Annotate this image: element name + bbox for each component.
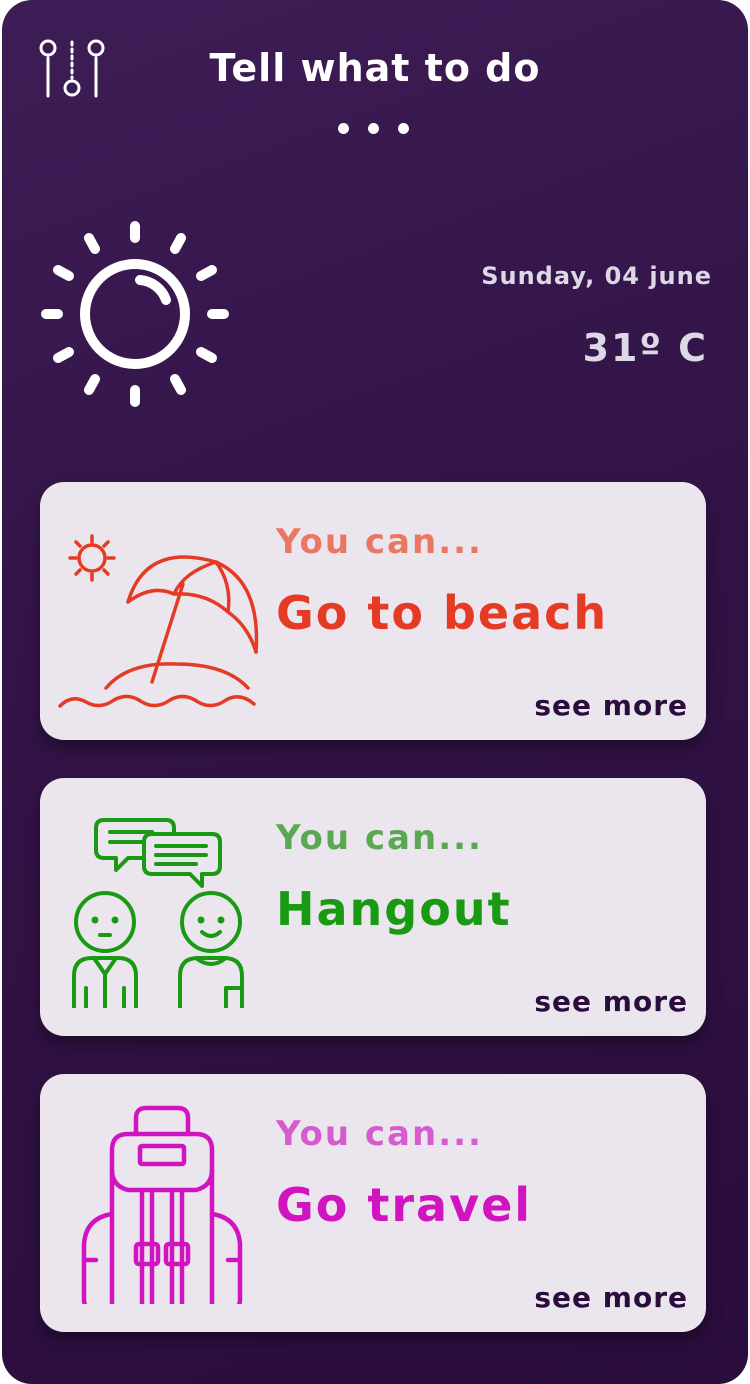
card-lead-text: You can... (276, 818, 483, 858)
card-activity-title: Hangout (276, 882, 512, 936)
suggestion-card-travel[interactable]: You can... Go travel see more (40, 1074, 706, 1332)
dot (368, 123, 379, 134)
see-more-link[interactable]: see more (534, 1281, 688, 1314)
people-chatting-icon (72, 818, 244, 1008)
card-lead-text: You can... (276, 522, 483, 562)
card-activity-title: Go to beach (276, 586, 609, 640)
page-title: Tell what to do (209, 46, 541, 90)
backpack-icon (81, 1105, 243, 1304)
card-activity-title: Go travel (276, 1178, 533, 1232)
suggestion-card-beach[interactable]: You can... Go to beach see more (40, 482, 706, 740)
sun-icon (41, 221, 229, 407)
suggestion-card-hangout[interactable]: You can... Hangout see more (40, 778, 706, 1036)
weather-temperature: 31º C (582, 326, 708, 370)
see-more-link[interactable]: see more (534, 985, 688, 1018)
dot (338, 123, 349, 134)
weather-date: Sunday, 04 june (481, 262, 712, 290)
app-screen: Tell what to do Sunday, 04 june 31º C Yo… (2, 0, 748, 1384)
beach-umbrella-icon (58, 534, 259, 708)
see-more-link[interactable]: see more (534, 689, 688, 722)
card-lead-text: You can... (276, 1114, 483, 1154)
dot (398, 123, 409, 134)
more-dots-icon[interactable] (338, 123, 409, 134)
